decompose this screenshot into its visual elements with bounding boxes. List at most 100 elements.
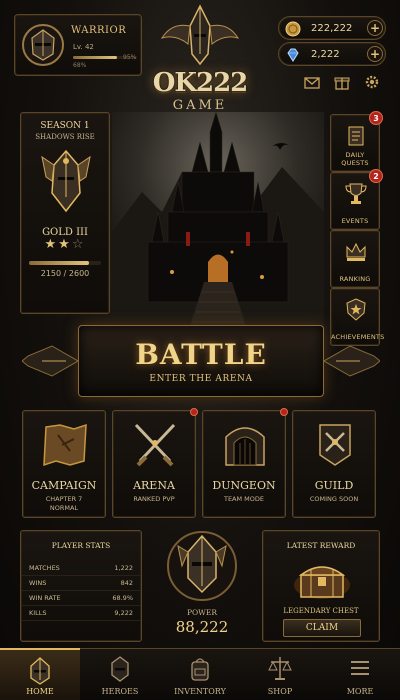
trophy-icon	[345, 183, 367, 204]
side-menu-label: DAILY QUESTS	[341, 151, 369, 167]
season-progress-bar	[29, 261, 101, 265]
gear-icon[interactable]	[364, 74, 380, 90]
nav-inventory[interactable]: INVENTORY	[160, 648, 240, 700]
mode-title: CAMPAIGN	[31, 479, 97, 492]
stat-row: WIN RATE 68.9%	[21, 591, 141, 606]
season-title: SEASON 1	[40, 121, 90, 131]
battle-title: BATTLE	[135, 338, 267, 371]
nav-label: MORE	[346, 687, 374, 696]
new-indicator-dot	[280, 408, 288, 416]
stat-value: 68.9%	[112, 594, 133, 602]
stat-value: 9,222	[114, 609, 133, 617]
side-menu-ranking[interactable]: RANKING	[330, 230, 380, 288]
star-filled-icon: ★	[58, 237, 72, 252]
new-indicator-dot	[190, 408, 198, 416]
mode-guild-card[interactable]: GUILD COMING SOON	[292, 410, 376, 518]
stat-label: WIN RATE	[29, 594, 61, 602]
xp-bar-fill	[73, 56, 117, 59]
gem-icon	[287, 48, 299, 62]
player-level: Lv. 42	[73, 43, 94, 51]
battle-left-ornament-icon	[22, 345, 78, 377]
map-icon	[43, 423, 87, 467]
gift-icon[interactable]	[334, 74, 350, 90]
season-progress-fill	[29, 261, 89, 265]
gold-coin-icon	[285, 21, 301, 37]
scales-icon	[268, 657, 292, 680]
nav-label: HEROES	[101, 687, 139, 696]
menu-icon	[351, 661, 369, 675]
castle-scene	[112, 112, 324, 332]
notification-badge: 3	[369, 111, 383, 125]
claim-button[interactable]: CLAIM	[283, 619, 361, 637]
nav-heroes[interactable]: HEROES	[80, 648, 160, 700]
power-label: POWER	[186, 608, 218, 617]
add-gems-button[interactable]: +	[367, 46, 383, 62]
side-menu-daily-quests[interactable]: DAILY QUESTS 3	[330, 111, 383, 172]
mode-subtitle: TEAM MODE	[223, 495, 265, 503]
battle-subtitle: ENTER THE ARENA	[149, 374, 253, 384]
player-stats-panel[interactable]: PLAYER STATS MATCHES 1,222 WINS 842 WIN RATE…	[20, 530, 142, 642]
stat-label: MATCHES	[29, 564, 60, 572]
crossed-swords-icon	[134, 423, 176, 467]
backpack-icon	[191, 658, 209, 681]
stats-title: PLAYER STATS	[51, 541, 111, 550]
xp-left-label: 68%	[73, 62, 87, 69]
game-logo-subtitle: GAME	[172, 98, 228, 113]
crown-icon	[346, 242, 366, 261]
battle-right-ornament-icon	[324, 345, 380, 377]
nav-label: INVENTORY	[174, 687, 226, 696]
reward-name: LEGENDARY CHEST	[283, 607, 359, 615]
game-logo-title: OK222	[152, 68, 249, 98]
scroll-icon	[348, 126, 364, 146]
side-menu-events[interactable]: EVENTS 2	[330, 169, 383, 230]
guild-banner-icon	[319, 424, 351, 466]
latest-reward-panel: LATEST REWARD LEGENDARY CHEST CLAIM	[262, 530, 380, 642]
mode-campaign-card[interactable]: CAMPAIGN CHAPTER 7 NORMAL	[22, 410, 106, 518]
stat-label: KILLS	[29, 609, 47, 617]
gem-currency-box: 2,222 +	[278, 42, 386, 66]
player-name: WARRIOR	[71, 25, 127, 36]
mode-title: GUILD	[314, 479, 354, 492]
gold-currency-box: 222,222 +	[278, 16, 386, 40]
mode-dungeon-card[interactable]: DUNGEON TEAM MODE	[202, 408, 288, 518]
star-shield-icon	[346, 298, 366, 321]
gate-icon	[225, 427, 265, 466]
rank-emblem-icon	[41, 149, 91, 213]
season-subtitle: SHADOWS RISE	[35, 133, 95, 141]
notification-badge: 2	[369, 169, 383, 183]
gold-amount: 222,222	[311, 23, 353, 34]
star-filled-icon: ★	[44, 237, 59, 252]
xp-right-label: 95%	[123, 54, 137, 61]
stat-row: MATCHES 1,222	[21, 561, 141, 576]
stat-value: 842	[120, 579, 133, 587]
game-logo-emblem	[160, 4, 240, 66]
power-value: 88,222	[175, 618, 229, 636]
nav-shop[interactable]: SHOP	[240, 648, 320, 700]
season-panel[interactable]: SEASON 1 SHADOWS RISE GOLD III ★★☆ 2150 …	[20, 112, 110, 314]
mode-arena-card[interactable]: ARENA RANKED PVP	[112, 408, 198, 518]
star-empty-icon: ☆	[71, 237, 86, 252]
nav-label: HOME	[26, 687, 54, 696]
nav-more[interactable]: MORE	[320, 648, 400, 700]
mode-subtitle: RANKED PVP	[133, 495, 175, 503]
power-panel: POWER 88,222	[150, 524, 254, 644]
add-gold-button[interactable]: +	[367, 20, 383, 36]
helmet-home-icon	[30, 657, 50, 685]
mode-subtitle: CHAPTER 7 NORMAL	[45, 495, 83, 512]
stats-list: MATCHES 1,222 WINS 842 WIN RATE 68.9% KILLS 9,2…	[21, 561, 141, 621]
nav-home[interactable]: HOME	[0, 648, 80, 700]
battle-button[interactable]: BATTLE ENTER THE ARENA	[78, 325, 324, 397]
gem-amount: 2,222	[311, 49, 340, 60]
mail-icon[interactable]	[304, 76, 320, 90]
rank-stars: ★★☆	[21, 237, 109, 252]
side-menu-label: EVENTS	[341, 217, 369, 225]
avatar	[22, 24, 64, 66]
profile-panel[interactable]: WARRIOR Lv. 42 68% 95%	[14, 14, 142, 76]
nav-label: SHOP	[267, 687, 293, 696]
stat-label: WINS	[29, 579, 47, 587]
stat-value: 1,222	[114, 564, 133, 572]
stat-row: WINS 842	[21, 576, 141, 591]
helmet-icon	[111, 656, 129, 682]
power-helmet-icon	[167, 531, 237, 601]
mode-subtitle: COMING SOON	[309, 495, 359, 503]
